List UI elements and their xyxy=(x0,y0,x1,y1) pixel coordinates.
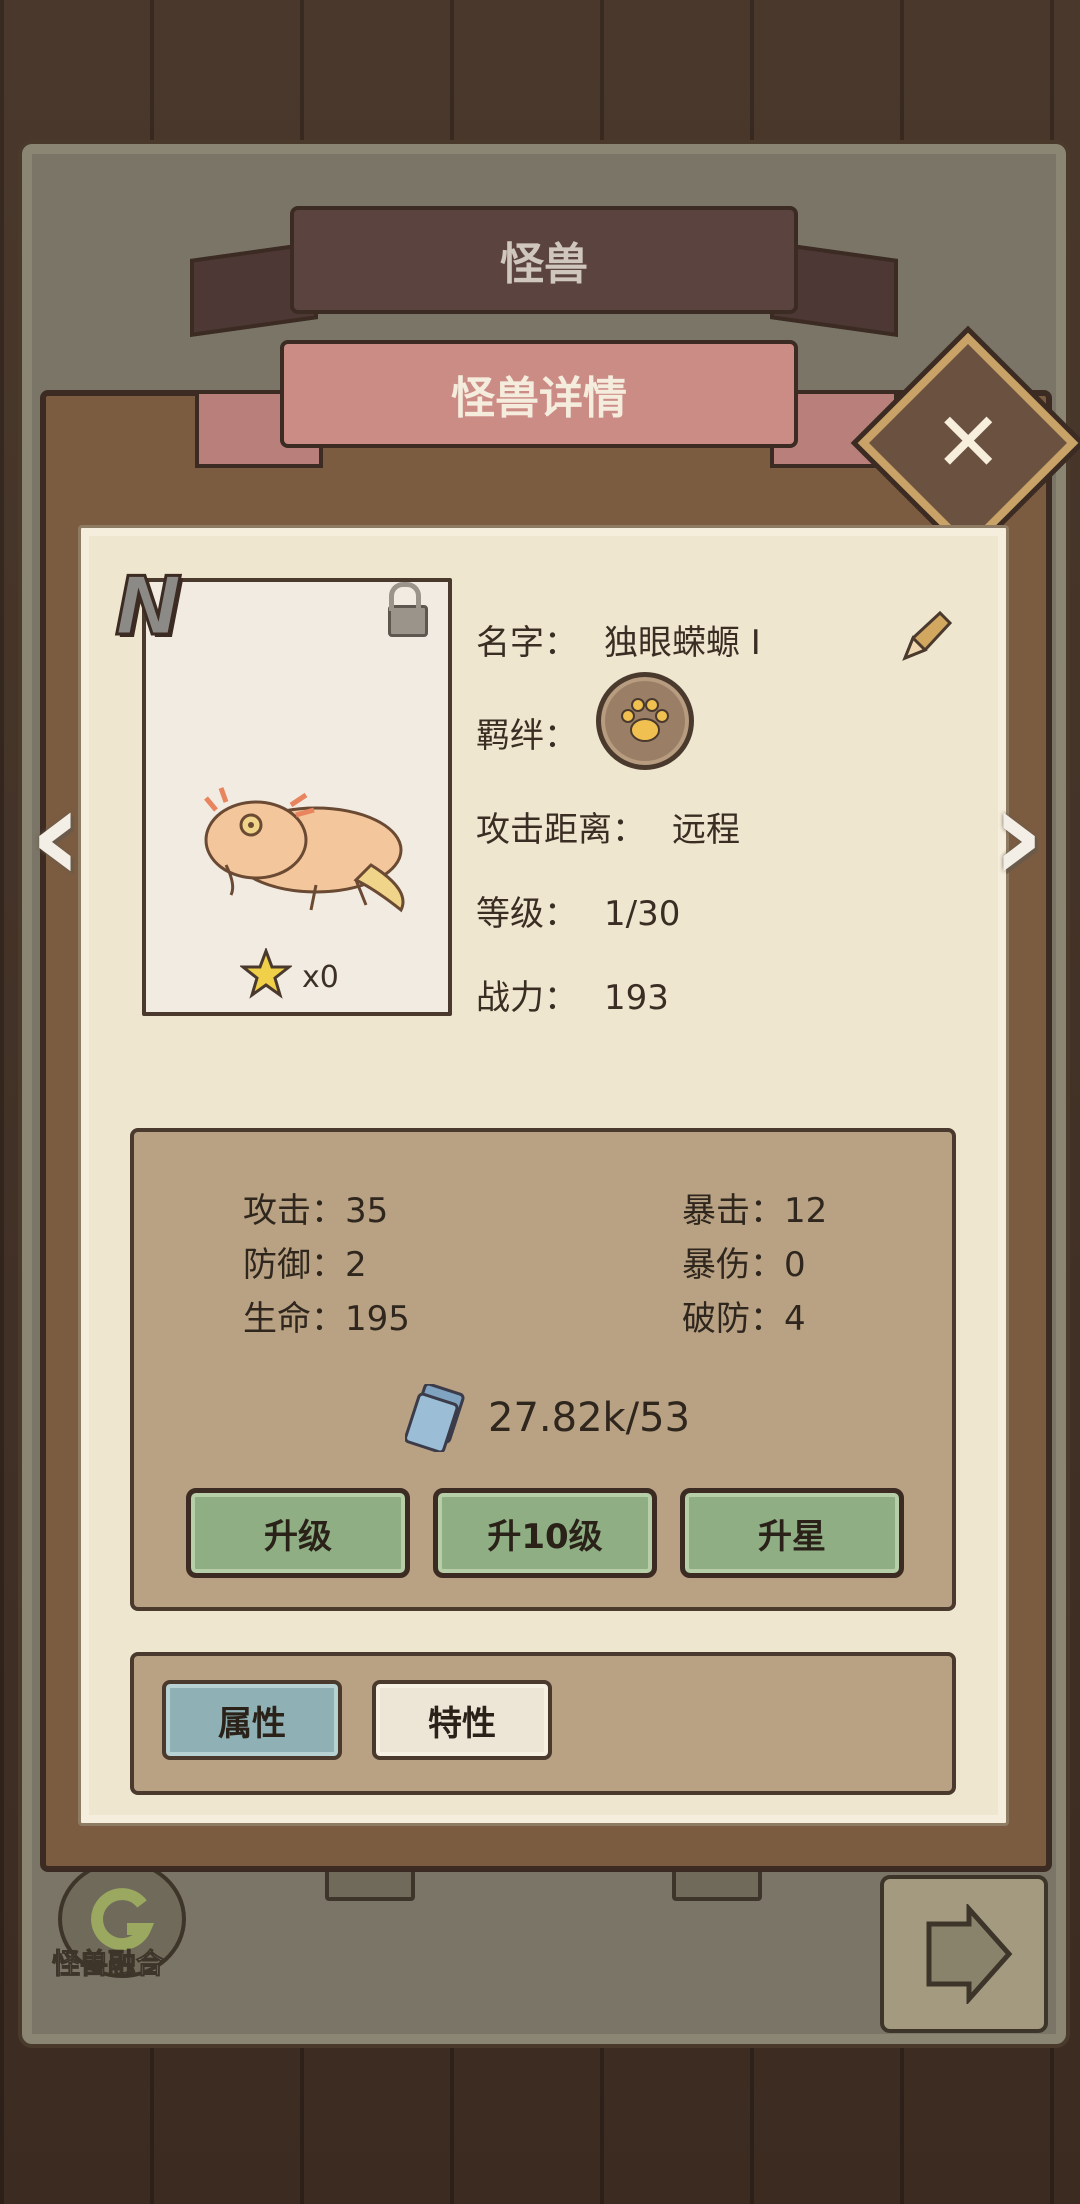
stat-armor-pen: 破防：4 xyxy=(682,1299,806,1339)
name-value: 独眼蝾螈 I xyxy=(604,623,761,663)
rarity-badge: N xyxy=(114,559,184,655)
stat-crit: 暴击：12 xyxy=(682,1191,828,1231)
level-up-10-button[interactable]: 升10级 xyxy=(433,1488,657,1578)
level-row: 等级： 1/30 xyxy=(476,886,680,935)
bond-row: 羁绊： xyxy=(476,708,578,757)
name-row: 名字： 独眼蝾螈 I xyxy=(476,615,761,664)
page-title: 怪兽 xyxy=(290,206,798,314)
exp-progress: 27.82k/53 xyxy=(488,1395,691,1441)
range-value: 远程 xyxy=(672,810,740,850)
monster-book-icon xyxy=(405,1384,465,1452)
power-label: 战力： xyxy=(476,978,578,1018)
go-button[interactable] xyxy=(880,1875,1048,2033)
tab-traits[interactable]: 特性 xyxy=(372,1680,552,1760)
stat-defense: 防御：2 xyxy=(243,1245,367,1285)
range-label: 攻击距离： xyxy=(476,810,646,850)
bond-label: 羁绊： xyxy=(476,716,578,756)
range-row: 攻击距离： 远程 xyxy=(476,802,740,851)
unlock-icon[interactable] xyxy=(388,582,428,637)
star-count: x0 xyxy=(302,960,339,995)
level-up-button[interactable]: 升级 xyxy=(186,1488,410,1578)
level-value: 1/30 xyxy=(604,894,681,934)
creature-image xyxy=(204,787,405,913)
prev-monster-arrow[interactable]: ‹ xyxy=(28,760,84,910)
pencil-icon[interactable] xyxy=(895,608,955,668)
fusion-label: 怪兽融合 xyxy=(51,1947,165,1981)
tab-attributes[interactable]: 属性 xyxy=(162,1680,342,1760)
level-label: 等级： xyxy=(476,894,578,934)
stat-crit-damage: 暴伤：0 xyxy=(682,1245,806,1285)
power-value: 193 xyxy=(604,978,669,1018)
power-row: 战力： 193 xyxy=(476,970,669,1019)
dialog-title: 怪兽详情 xyxy=(280,340,798,448)
close-icon: ✕ xyxy=(933,395,1003,490)
stat-hp: 生命：195 xyxy=(243,1299,410,1339)
name-label: 名字： xyxy=(476,623,578,663)
paw-icon[interactable] xyxy=(596,672,694,770)
stat-attack: 攻击：35 xyxy=(243,1191,389,1231)
star-up-button[interactable]: 升星 xyxy=(680,1488,904,1578)
star-icon xyxy=(240,948,292,999)
next-monster-arrow[interactable]: › xyxy=(990,760,1046,910)
